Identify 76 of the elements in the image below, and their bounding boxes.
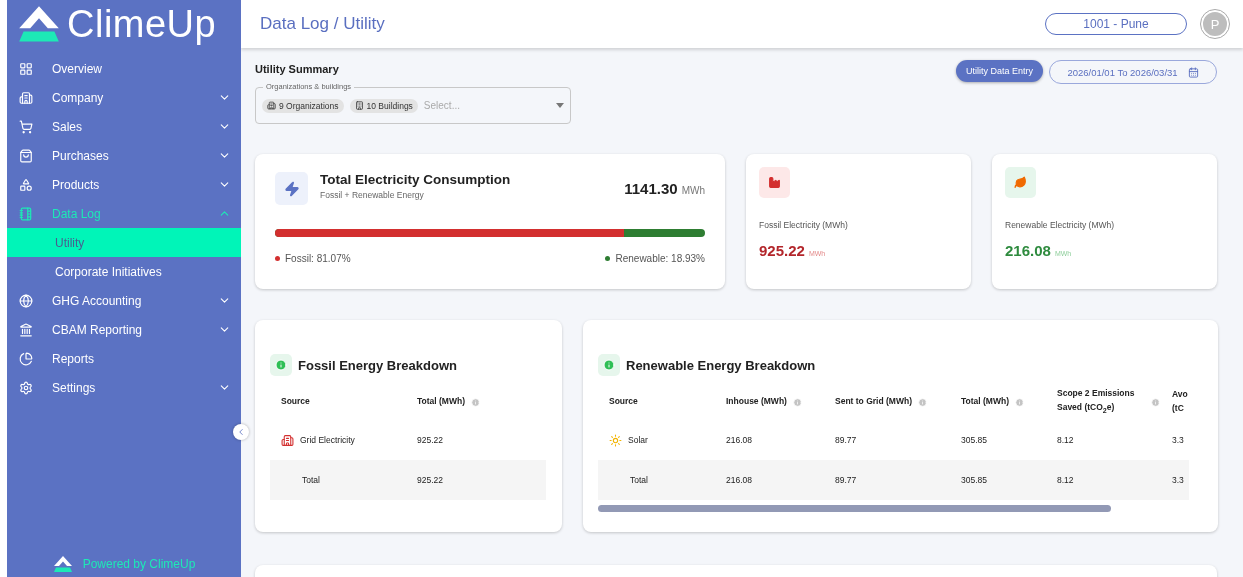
nav-item[interactable]: CBAM Reporting (7, 315, 241, 344)
column-header: Total (MWh) (961, 395, 1009, 409)
nav-item[interactable]: Overview (7, 54, 241, 83)
building-icon (19, 90, 33, 105)
globe-icon (19, 293, 33, 308)
card-subtitle: Fossil + Renewable Energy (320, 190, 425, 200)
column-header: Source (609, 395, 638, 409)
page-title: Data Log / Utility (260, 14, 386, 34)
nav-item[interactable]: Company (7, 83, 241, 112)
footer-text: Powered by ClimeUp (82, 557, 196, 571)
pie-chart-icon (19, 351, 33, 366)
card-title: Renewable Energy Breakdown (626, 357, 816, 373)
column-header: Total (MWh) (417, 395, 465, 409)
table-cell: 3.3 (1172, 475, 1184, 485)
stat-label: Fossil Electricity (MWh) (759, 220, 849, 230)
table-cell: Solar (628, 435, 648, 445)
legend-label: Fossil: 81.07% (285, 253, 351, 264)
table-cell: 925.22 (417, 435, 443, 445)
chip: 10 Buildings (349, 98, 418, 113)
nav-item[interactable]: Settings (7, 373, 241, 402)
data-entry-button[interactable]: Utility Data Entry (955, 60, 1043, 82)
logo-icon (17, 4, 61, 44)
nav-subitem[interactable]: Utility (7, 228, 241, 257)
column-header: Sent to Grid (MWh) (835, 395, 912, 409)
shapes-icon (19, 177, 33, 192)
cart-icon (19, 119, 33, 134)
grid-icon (19, 61, 33, 76)
dropdown-icon (556, 103, 564, 108)
column-header: Scope 2 Emissions Saved (tCO$_{2}$e) (1057, 387, 1136, 417)
calendar-icon (1187, 66, 1199, 78)
building-icon (354, 101, 364, 110)
info-icon (603, 359, 615, 371)
scrollbar-thumb[interactable] (598, 505, 1111, 512)
collapse-button[interactable] (233, 424, 249, 440)
nav-item[interactable]: Sales (7, 112, 241, 141)
chevron-left-icon (236, 427, 246, 437)
table-cell: 216.08 (726, 435, 752, 445)
bag-icon (19, 148, 33, 163)
logo-text: ClimeUp (67, 5, 217, 43)
notebook-icon (19, 206, 33, 221)
table-cell: 216.08 (726, 475, 752, 485)
table-cell: 305.85 (961, 435, 987, 445)
lightning-icon (283, 180, 300, 197)
stat-label: Renewable Electricity (MWh) (1005, 220, 1116, 230)
table-cell: 8.12 (1057, 435, 1074, 445)
nav-subitem[interactable]: Corporate Initiatives (7, 257, 241, 286)
table-cell: 89.77 (835, 475, 857, 485)
nav-item[interactable]: Products (7, 170, 241, 199)
chip: 9 Organizations (262, 98, 344, 113)
table-cell: 925.22 (417, 475, 443, 485)
nav-item[interactable]: Data Log (7, 199, 241, 228)
table-cell: 305.85 (961, 475, 987, 485)
nav-item[interactable]: GHG Accounting (7, 286, 241, 315)
settings-icon (19, 380, 33, 395)
table-cell: Grid Electricity (300, 435, 355, 445)
card-title: Fossil Energy Breakdown (298, 357, 457, 373)
table-cell: Total (630, 475, 648, 485)
total-value: 1141.30 MWh (624, 180, 705, 198)
column-header: Inhouse (MWh) (726, 395, 787, 409)
factory-icon (768, 176, 781, 189)
section-title: Utility Summary (255, 63, 340, 75)
nav-item[interactable]: Reports (7, 344, 241, 373)
card-title: Total Electricity Consumption (320, 172, 512, 187)
table-cell: Total (302, 475, 320, 485)
table-cell: 3.3 (1172, 435, 1184, 445)
nav-item[interactable]: Purchases (7, 141, 241, 170)
column-header: Avo (tC (1172, 388, 1189, 415)
building-icon (267, 101, 276, 110)
info-icon (275, 359, 287, 371)
table-cell: 89.77 (835, 435, 857, 445)
bank-icon (19, 322, 33, 337)
leaf-icon (1014, 176, 1027, 189)
table-cell: 8.12 (1057, 475, 1074, 485)
logo-icon (52, 555, 73, 573)
column-header: Source (281, 395, 310, 409)
legend-label: Renewable: 18.93% (615, 253, 705, 264)
